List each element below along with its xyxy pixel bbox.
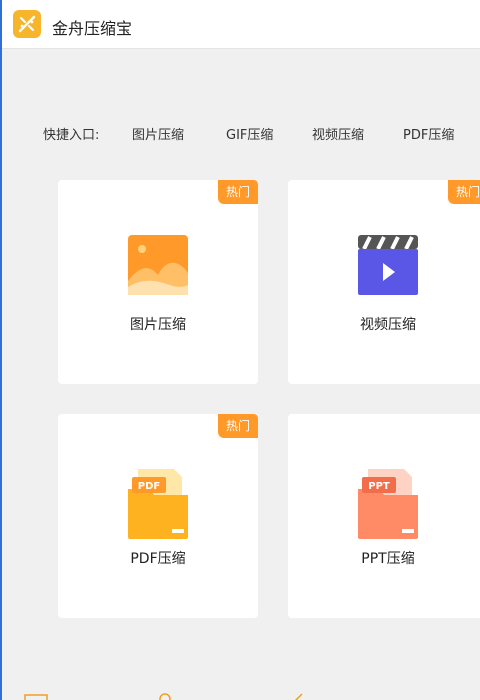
video-icon: [358, 235, 418, 295]
pdf-tag-text: PDF: [138, 481, 160, 492]
card-ppt-compress[interactable]: PPT PPT压缩: [288, 414, 480, 618]
bottom-toolbar: [2, 684, 480, 700]
card-label: PPT压缩: [361, 551, 415, 567]
quick-link-image[interactable]: 图片压缩: [132, 124, 184, 143]
hot-badge: 热门: [218, 180, 258, 204]
compress-logo-icon: [13, 10, 41, 38]
title-bar: 金舟压缩宝: [2, 0, 480, 49]
app-window: 金舟压缩宝 快捷入口: 图片压缩 GIF压缩 视频压缩 PDF压缩 热门 图片压…: [2, 0, 480, 700]
hot-badge: 热门: [218, 414, 258, 438]
monitor-icon[interactable]: [24, 694, 48, 700]
card-pdf-compress[interactable]: 热门 PDF PDF压缩: [58, 414, 258, 618]
quick-link-video[interactable]: 视频压缩: [312, 124, 364, 143]
card-label: 视频压缩: [360, 317, 416, 333]
user-icon[interactable]: [158, 692, 172, 700]
image-icon: [128, 235, 188, 295]
card-image-compress[interactable]: 热门 图片压缩: [58, 180, 258, 384]
pdf-folder-icon: PDF: [128, 469, 188, 539]
quick-access-label: 快捷入口:: [43, 128, 100, 143]
card-video-compress[interactable]: 热门 视频压缩: [288, 180, 480, 384]
wrench-icon[interactable]: [292, 692, 306, 700]
hot-badge: 热门: [448, 180, 480, 204]
quick-link-pdf[interactable]: PDF压缩: [403, 124, 454, 143]
app-title: 金舟压缩宝: [52, 19, 133, 38]
quick-link-gif[interactable]: GIF压缩: [226, 124, 273, 143]
ppt-tag-text: PPT: [368, 481, 390, 492]
card-label: PDF压缩: [130, 551, 186, 567]
card-label: 图片压缩: [130, 317, 186, 333]
ppt-folder-icon: PPT: [358, 469, 418, 539]
